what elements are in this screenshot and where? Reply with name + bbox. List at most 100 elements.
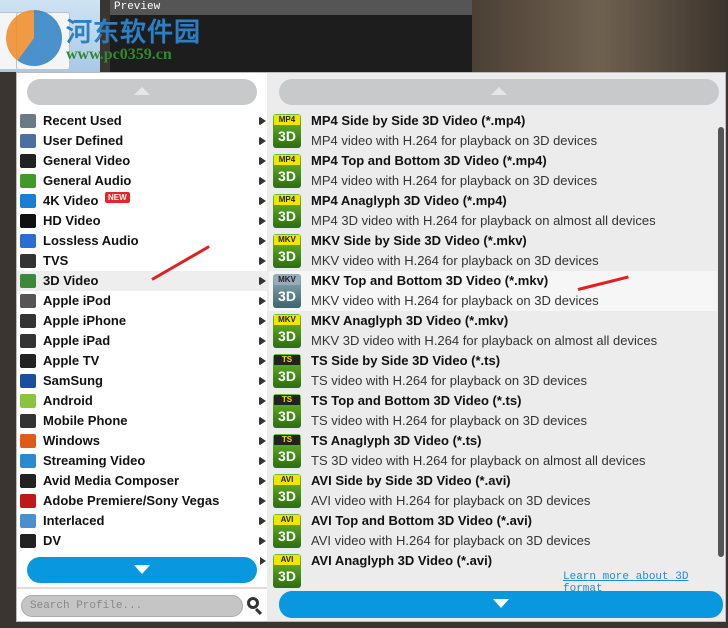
format-description-row[interactable]: AVI video with H.264 for playback on 3D … <box>260 491 717 511</box>
format-badge: MP4 <box>274 115 300 125</box>
format-description-row[interactable]: TS 3D video with H.264 for playback on a… <box>260 451 717 471</box>
format-description: TS 3D video with H.264 for playback on a… <box>311 453 646 468</box>
format-description-row[interactable]: TS video with H.264 for playback on 3D d… <box>260 411 717 431</box>
category-item[interactable]: Recent Used <box>17 111 267 131</box>
iphone-icon <box>20 314 36 328</box>
format-item[interactable]: TS 3D TS Top and Bottom 3D Video (*.ts) <box>260 391 717 428</box>
format-description-row[interactable]: MP4 video with H.264 for playback on 3D … <box>260 131 717 151</box>
format-scrollbar[interactable] <box>717 113 725 583</box>
format-description: MKV video with H.264 for playback on 3D … <box>311 253 599 268</box>
format-item[interactable]: AVI 3D AVI Anaglyph 3D Video (*.avi) <box>260 551 717 588</box>
format-description-row[interactable]: MKV video with H.264 for playback on 3D … <box>260 251 717 271</box>
format-item[interactable]: MKV 3D MKV Top and Bottom 3D Video (*.mkv) <box>260 271 717 308</box>
category-item[interactable]: 4K Video NEW <box>17 191 267 211</box>
category-scroll-down-button[interactable] <box>27 557 257 583</box>
category-item[interactable]: Streaming Video <box>17 451 267 471</box>
format-item[interactable]: MKV 3D MKV Side by Side 3D Video (*.mkv) <box>260 231 717 268</box>
category-label: Lossless Audio <box>43 233 139 248</box>
category-item[interactable]: Mobile Phone <box>17 411 267 431</box>
category-item[interactable]: Apple TV <box>17 351 267 371</box>
category-label: Apple iPod <box>43 293 111 308</box>
format-title: MP4 Anaglyph 3D Video (*.mp4) <box>311 193 507 208</box>
format-title: MKV Anaglyph 3D Video (*.mkv) <box>311 313 509 328</box>
category-label: Adobe Premiere/Sony Vegas <box>43 493 220 508</box>
category-label: Apple TV <box>43 353 100 368</box>
format-item[interactable]: AVI 3D AVI Top and Bottom 3D Video (*.avi) <box>260 511 717 548</box>
user-icon <box>20 134 36 148</box>
format-badge: MKV <box>274 235 300 245</box>
category-label: SamSung <box>43 373 103 388</box>
background-photo <box>472 0 728 72</box>
format-scroll-down-button[interactable] <box>279 591 723 618</box>
search-profile-input[interactable]: Search Profile... <box>21 595 243 617</box>
category-item[interactable]: Android <box>17 391 267 411</box>
avid-icon <box>20 474 36 488</box>
format-description-row[interactable]: MP4 video with H.264 for playback on 3D … <box>260 171 717 191</box>
category-panel: Recent Used User Defined General Video Gene… <box>17 73 267 621</box>
3d-label: 3D <box>278 168 296 184</box>
category-item[interactable]: Interlaced <box>17 511 267 531</box>
audio-icon <box>20 174 36 188</box>
watermark-url: www.pc0359.cn <box>66 46 172 63</box>
category-item[interactable]: TVS <box>17 251 267 271</box>
category-label: Recent Used <box>43 113 122 128</box>
category-item[interactable]: Lossless Audio <box>17 231 267 251</box>
format-description-row[interactable]: TS video with H.264 for playback on 3D d… <box>260 371 717 391</box>
format-item[interactable]: MP4 3D MP4 Top and Bottom 3D Video (*.mp4) <box>260 151 717 188</box>
3d-label: 3D <box>278 528 296 544</box>
format-description: AVI video with H.264 for playback on 3D … <box>311 533 591 548</box>
category-scroll-up-button[interactable] <box>27 79 257 105</box>
category-item[interactable]: Apple iPad <box>17 331 267 351</box>
format-scroll-up-button[interactable] <box>279 79 719 105</box>
category-item[interactable]: Apple iPhone <box>17 311 267 331</box>
category-item[interactable]: SamSung <box>17 371 267 391</box>
format-description-row[interactable]: MKV video with H.264 for playback on 3D … <box>260 291 717 311</box>
format-description: MKV video with H.264 for playback on 3D … <box>311 293 599 308</box>
format-description: MKV 3D video with H.264 for playback on … <box>311 333 658 348</box>
phone-icon <box>20 414 36 428</box>
category-item[interactable]: General Video <box>17 151 267 171</box>
category-label: General Video <box>43 153 131 168</box>
scrollbar-thumb[interactable] <box>718 127 724 557</box>
format-item[interactable]: TS 3D TS Side by Side 3D Video (*.ts) <box>260 351 717 388</box>
format-description-row[interactable]: MP4 3D video with H.264 for playback on … <box>260 211 717 231</box>
format-title: AVI Side by Side 3D Video (*.avi) <box>311 473 511 488</box>
arrow-up-icon <box>134 87 150 95</box>
format-item[interactable]: MP4 3D MP4 Anaglyph 3D Video (*.mp4) <box>260 191 717 228</box>
format-description-row[interactable]: MKV 3D video with H.264 for playback on … <box>260 331 717 351</box>
category-item[interactable]: Avid Media Composer <box>17 471 267 491</box>
format-badge: TS <box>274 395 300 405</box>
format-item[interactable]: MP4 3D MP4 Side by Side 3D Video (*.mp4) <box>260 111 717 148</box>
3d-format-icon: MKV 3D <box>273 274 301 308</box>
category-item[interactable]: General Audio <box>17 171 267 191</box>
music-note-icon <box>20 234 36 248</box>
format-description-row[interactable]: AVI video with H.264 for playback on 3D … <box>260 531 717 551</box>
format-item[interactable]: TS 3D TS Anaglyph 3D Video (*.ts) <box>260 431 717 468</box>
category-item[interactable]: DV <box>17 531 267 551</box>
category-item[interactable]: Apple iPod <box>17 291 267 311</box>
chevron-right-icon <box>260 477 266 485</box>
category-item[interactable]: 3D Video <box>17 271 267 291</box>
4k-icon <box>20 194 36 208</box>
category-label: Mobile Phone <box>43 413 128 428</box>
format-description: MP4 3D video with H.264 for playback on … <box>311 213 656 228</box>
search-icon[interactable] <box>247 597 259 609</box>
format-title: AVI Anaglyph 3D Video (*.avi) <box>311 553 493 568</box>
chevron-right-icon <box>260 377 266 385</box>
category-item[interactable]: User Defined <box>17 131 267 151</box>
chevron-right-icon <box>260 137 266 145</box>
category-item[interactable]: HD Video <box>17 211 267 231</box>
format-item[interactable]: MKV 3D MKV Anaglyph 3D Video (*.mkv) <box>260 311 717 348</box>
category-item[interactable]: Windows <box>17 431 267 451</box>
category-item[interactable]: Adobe Premiere/Sony Vegas <box>17 491 267 511</box>
format-title: TS Anaglyph 3D Video (*.ts) <box>311 433 482 448</box>
format-title: MP4 Top and Bottom 3D Video (*.mp4) <box>311 153 547 168</box>
3d-label: 3D <box>278 408 296 424</box>
category-label: 3D Video <box>43 273 99 288</box>
arrow-down-icon <box>134 565 150 574</box>
format-title: TS Top and Bottom 3D Video (*.ts) <box>311 393 522 408</box>
ipad-icon <box>20 334 36 348</box>
format-description: MP4 video with H.264 for playback on 3D … <box>311 133 598 148</box>
3d-label: 3D <box>278 328 296 344</box>
format-item[interactable]: AVI 3D AVI Side by Side 3D Video (*.avi) <box>260 471 717 508</box>
